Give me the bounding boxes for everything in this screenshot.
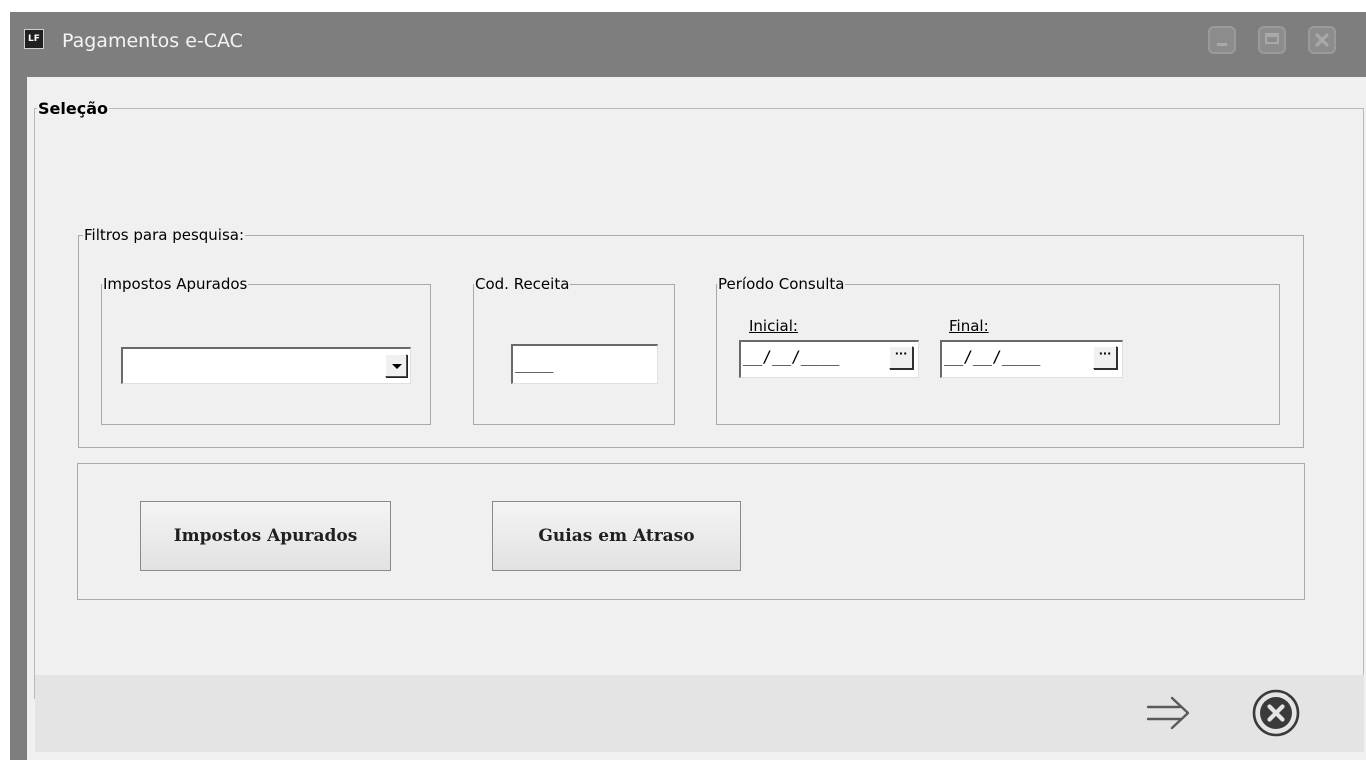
close-icon[interactable] xyxy=(1308,26,1336,54)
impostos-apurados-button[interactable]: Impostos Apurados xyxy=(140,501,391,571)
inicial-date-picker-button[interactable]: ··· xyxy=(889,346,913,369)
footer-bar xyxy=(35,675,1364,752)
final-date-input[interactable]: __/__/____ ··· xyxy=(940,340,1123,378)
guias-em-atraso-button[interactable]: Guias em Atraso xyxy=(492,501,741,571)
maximize-icon[interactable] xyxy=(1258,26,1286,54)
final-label: Final: xyxy=(949,317,989,335)
impostos-apurados-select[interactable] xyxy=(121,347,411,384)
inicial-date-input[interactable]: __/__/____ ··· xyxy=(739,340,919,378)
app-window: LF Pagamentos e-CAC Seleção Filtros para… xyxy=(10,12,1366,760)
final-date-picker-button[interactable]: ··· xyxy=(1093,346,1117,369)
close-circle-icon[interactable] xyxy=(1251,688,1301,738)
impostos-apurados-legend: Impostos Apurados xyxy=(103,275,248,293)
selecao-legend: Seleção xyxy=(38,99,108,118)
inicial-date-value: __/__/____ xyxy=(743,347,840,366)
app-logo-icon: LF xyxy=(24,29,44,49)
close-x-glyph xyxy=(1315,33,1329,47)
final-date-value: __/__/____ xyxy=(944,347,1041,366)
window-client-area: Seleção Filtros para pesquisa: Impostos … xyxy=(27,77,1366,760)
filtros-legend: Filtros para pesquisa: xyxy=(84,226,245,244)
inicial-label: Inicial: xyxy=(749,317,798,335)
cod-receita-input[interactable]: ____ xyxy=(511,344,658,384)
minimize-icon[interactable] xyxy=(1208,26,1236,54)
title-bar[interactable]: LF Pagamentos e-CAC xyxy=(10,12,1366,72)
cod-receita-legend: Cod. Receita xyxy=(475,275,570,293)
periodo-consulta-legend: Período Consulta xyxy=(718,275,845,293)
arrow-right-icon[interactable] xyxy=(1144,693,1194,733)
chevron-down-icon[interactable] xyxy=(385,354,407,377)
window-title: Pagamentos e-CAC xyxy=(62,30,243,52)
